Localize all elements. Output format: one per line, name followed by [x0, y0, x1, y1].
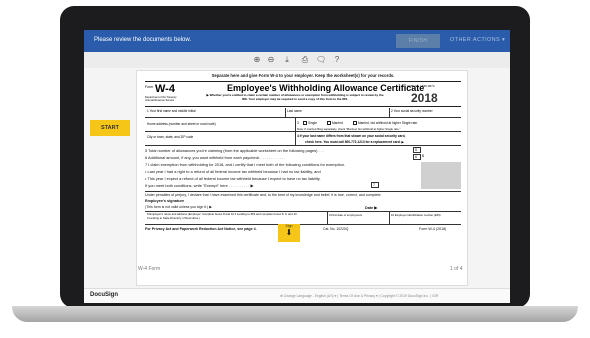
last-name-field[interactable]: Last name — [287, 109, 302, 113]
single-checkbox[interactable]: Single — [303, 121, 317, 126]
city-row: City or town, state, and ZIP code 4 If y… — [145, 132, 461, 146]
ein-field[interactable]: 10 Employer identification number (EIN) — [391, 213, 459, 217]
ssn-field[interactable]: 2 Your social security number — [391, 109, 433, 113]
address-field[interactable]: Home address (number and street or rural… — [147, 122, 216, 126]
form-footer-id: Form W-4 (2018) — [419, 227, 447, 231]
cat-number: Cat. No. 10220Q — [323, 227, 349, 231]
form-number: W-4 — [155, 83, 175, 95]
start-button[interactable]: START — [90, 120, 130, 136]
laptop-base — [12, 306, 578, 322]
separator-text: Separate here and give Form W-4 to your … — [211, 73, 395, 78]
finish-button[interactable]: FINISH — [396, 34, 440, 48]
married-checkbox[interactable]: Married — [327, 121, 343, 126]
top-banner: Please review the documents below. FINIS… — [84, 30, 510, 52]
privacy-notice: For Privacy Act and Paperwork Reduction … — [145, 227, 257, 231]
dollar-sign: $ — [422, 154, 424, 158]
footer-links[interactable]: ⊕ Change Language - English (US) ▾ | Ter… — [280, 294, 438, 298]
docusign-logo: DocuSign — [90, 292, 118, 298]
other-actions-menu[interactable]: OTHER ACTIONS ▾ — [450, 37, 505, 43]
omb-number: OMB No. 1545-0074 — [407, 84, 435, 88]
date-label: Date ▶ — [365, 206, 378, 210]
city-field[interactable]: City or town, state, and ZIP code — [147, 135, 193, 139]
zoom-in-icon[interactable]: ⊕ — [252, 55, 262, 65]
form-title: Employee's Withholding Allowance Certifi… — [227, 83, 425, 93]
line-7: 7 I claim exemption from withholding for… — [145, 162, 346, 167]
employer-row: 8 Employer's name and address (Employer:… — [145, 211, 461, 225]
box-6[interactable]: 6 — [413, 154, 421, 160]
sign-here-tag[interactable]: Sign ⬇ — [278, 224, 300, 242]
name-differs-checkbox[interactable]: check here. You must call 800-772-1213 f… — [305, 140, 404, 144]
line-7c: If you meet both conditions, write "Exem… — [145, 183, 254, 188]
download-icon[interactable]: ⤓ — [282, 55, 292, 65]
document-page: Separate here and give Form W-4 to your … — [136, 70, 468, 286]
review-message: Please review the documents below. — [94, 37, 192, 43]
form-label: Form — [145, 85, 154, 89]
box-7[interactable]: 7 — [371, 182, 379, 188]
name-differs-text: 4 If your last name differs from that sh… — [297, 134, 406, 138]
print-icon[interactable]: ⎙ — [300, 55, 310, 65]
filing-status-number: 3 — [297, 121, 299, 125]
help-icon[interactable]: ? — [332, 55, 342, 65]
page-count: 1 of 4 — [450, 266, 463, 272]
box-5[interactable]: 5 — [413, 147, 421, 153]
address-row: Home address (number and street or rural… — [145, 118, 461, 132]
form-year: 2018 — [411, 91, 438, 105]
form-header: Form W-4 Department of the Treasury Inte… — [145, 81, 461, 107]
sign-arrow-icon: ⬇ — [285, 228, 293, 237]
doc-name: W-4 Form — [138, 266, 161, 272]
zoom-out-icon[interactable]: ⊖ — [266, 55, 276, 65]
name-row: 1 Your first name and middle initial Las… — [145, 108, 461, 118]
document-toolbar: ⊕ ⊖ ⤓ ⎙ 🗨 ? — [84, 52, 510, 68]
line-7a: • Last year I had a right to a refund of… — [145, 169, 321, 174]
signature-label: Employee's signature — [145, 199, 185, 203]
first-name-field[interactable]: 1 Your first name and middle initial — [147, 109, 196, 113]
gray-shaded-box — [421, 162, 461, 189]
comment-icon[interactable]: 🗨 — [316, 55, 326, 65]
form-subtitle: ▶ Whether you're entitled to claim a cer… — [206, 93, 384, 101]
filing-note: Note: If married filing separately, chec… — [297, 127, 401, 131]
first-date-field[interactable]: 9 First date of employment — [329, 213, 379, 217]
perjury-statement: Under penalties of perjury, I declare th… — [145, 191, 461, 197]
married-higher-checkbox[interactable]: Married, but withhold at higher Single r… — [353, 121, 418, 126]
app-screen: Please review the documents below. FINIS… — [84, 30, 510, 303]
line-7b: • This year I expect a refund of all fed… — [145, 176, 321, 181]
employer-name-field[interactable]: 8 Employer's name and address (Employer:… — [147, 212, 297, 220]
bottom-bar: DocuSign ⊕ Change Language - English (US… — [84, 288, 510, 303]
department-text: Department of the Treasury Internal Reve… — [145, 96, 177, 102]
